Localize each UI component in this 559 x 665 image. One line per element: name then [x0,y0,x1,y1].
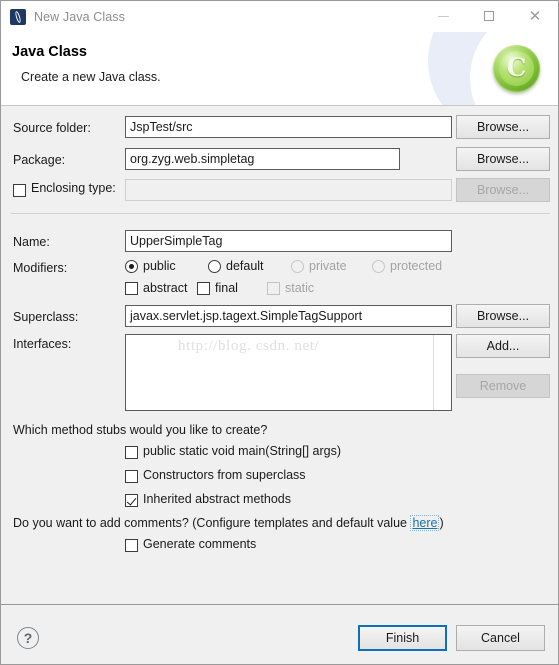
class-name-input[interactable]: UpperSimpleTag [125,230,452,252]
interfaces-list[interactable]: http://blog. csdn. net/ [125,334,452,411]
stub-checkbox-constructors[interactable] [125,470,138,483]
modifier-checkbox-final[interactable] [197,282,210,295]
enclosing-type-browse-button: Browse... [456,178,550,202]
modifier-label-default: default [226,259,264,273]
interfaces-list-divider [433,335,434,410]
wizard-header: Java Class Create a new Java class. C [1,32,558,106]
superclass-browse-button[interactable]: Browse... [456,304,550,328]
modifier-label-static: static [285,281,315,295]
modifier-label-abstract: abstract [143,281,188,295]
enclosing-type-label: Enclosing type: [31,181,116,195]
modifier-label-public: public [143,259,176,273]
comments-question-suffix: ) [439,516,444,530]
window-controls: ✕ [420,1,558,31]
stub-label-inherited-abstract: Inherited abstract methods [143,492,291,506]
page-title: Java Class [12,44,87,60]
modifier-label-final: final [215,281,238,295]
generate-comments-checkbox[interactable] [125,539,138,552]
wizard-icon-ring: C [499,51,534,86]
window-title: New Java Class [34,9,126,24]
package-browse-button[interactable]: Browse... [456,147,550,171]
modifiers-label: Modifiers: [13,261,68,275]
stub-label-constructors: Constructors from superclass [143,468,306,482]
new-java-class-dialog: New Java Class ✕ Java Class Create a new… [0,0,559,665]
cancel-button[interactable]: Cancel [456,625,545,651]
configure-templates-link[interactable]: here [410,515,440,531]
modifier-checkbox-static [267,282,280,295]
minimize-icon [437,15,449,17]
help-icon[interactable]: ? [17,627,39,649]
stub-checkbox-inherited-abstract[interactable] [125,494,138,507]
modifier-label-private: private [309,259,347,273]
interfaces-add-button[interactable]: Add... [456,334,550,358]
source-folder-input[interactable]: JspTest/src [125,116,452,138]
maximize-button[interactable] [466,1,512,31]
minimize-button[interactable] [420,1,466,31]
dialog-body: Source folder: JspTest/src Browse... Pac… [1,106,558,604]
package-label: Package: [13,153,66,167]
source-folder-browse-button[interactable]: Browse... [456,115,550,139]
method-stubs-question: Which method stubs would you like to cre… [13,423,268,437]
stub-checkbox-main-method[interactable] [125,446,138,459]
superclass-input[interactable]: javax.servlet.jsp.tagext.SimpleTagSuppor… [125,305,452,327]
enclosing-type-checkbox[interactable] [13,184,26,197]
modifier-radio-protected [372,260,385,273]
comments-question-prefix: Do you want to add comments? (Configure … [13,516,411,530]
finish-button[interactable]: Finish [358,625,447,651]
enclosing-type-input [125,179,452,201]
watermark-text: http://blog. csdn. net/ [178,338,320,354]
comments-question: Do you want to add comments? (Configure … [13,515,444,531]
close-icon: ✕ [528,6,542,25]
close-button[interactable]: ✕ [512,1,558,31]
eclipse-java-icon [10,8,26,25]
modifier-label-protected: protected [390,259,443,273]
name-label: Name: [13,235,50,249]
modifier-radio-public[interactable] [125,260,138,273]
source-folder-label: Source folder: [13,121,91,135]
page-subtitle: Create a new Java class. [21,70,161,84]
dialog-footer: ? Finish Cancel [1,605,558,664]
modifier-checkbox-abstract[interactable] [125,282,138,295]
generate-comments-label: Generate comments [143,537,257,551]
interfaces-remove-button: Remove [456,374,550,398]
interfaces-label: Interfaces: [13,337,72,351]
title-bar: New Java Class ✕ [1,1,558,32]
wizard-icon-letter: C [506,53,527,82]
modifier-radio-private [291,260,304,273]
section-divider-top [11,213,550,214]
java-class-wizard-icon: C [493,45,540,92]
maximize-icon [484,11,494,21]
stub-label-main-method: public static void main(String[] args) [143,444,341,458]
package-input[interactable]: org.zyg.web.simpletag [125,148,400,170]
modifier-radio-default[interactable] [208,260,221,273]
superclass-label: Superclass: [13,310,79,324]
